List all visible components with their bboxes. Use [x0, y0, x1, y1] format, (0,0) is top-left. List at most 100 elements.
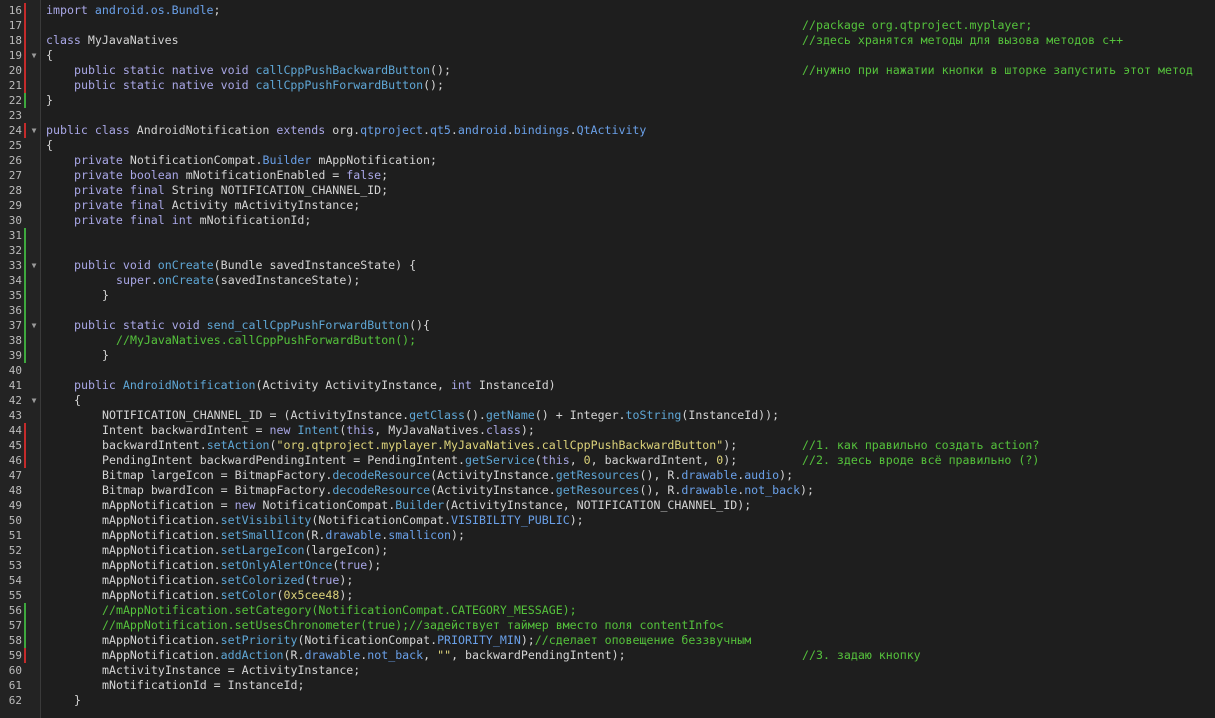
code-line[interactable]: 57 //mAppNotification.setUsesChronometer(… [0, 618, 1215, 633]
code-text[interactable]: { [74, 393, 81, 408]
code-line[interactable]: 51 mAppNotification.setSmallIcon(R.drawab… [0, 528, 1215, 543]
code-line[interactable]: 62} [0, 693, 1215, 708]
code-line[interactable]: 34 super.onCreate(savedInstanceState); [0, 273, 1215, 288]
fold-toggle-icon[interactable]: ▼ [29, 318, 39, 333]
code-line[interactable]: 17 //package org.qtproject.myplayer; [0, 18, 1215, 33]
code-text[interactable]: mAppNotification = new NotificationCompa… [102, 498, 751, 513]
code-line[interactable]: 52 mAppNotification.setLargeIcon(largeIco… [0, 543, 1215, 558]
code-line[interactable]: 28 private final String NOTIFICATION_CHAN… [0, 183, 1215, 198]
code-text[interactable]: mAppNotification.setSmallIcon(R.drawable… [102, 528, 465, 543]
code-text[interactable]: class MyJavaNatives [46, 33, 179, 48]
code-line[interactable]: 27 private boolean mNotificationEnabled =… [0, 168, 1215, 183]
code-text[interactable]: public static native void callCppPushFor… [74, 78, 444, 93]
code-text[interactable]: mAppNotification.setColorized(true); [102, 573, 353, 588]
code-line[interactable]: 43 NOTIFICATION_CHANNEL_ID = (ActivityIns… [0, 408, 1215, 423]
code-line[interactable]: 40 [0, 363, 1215, 378]
trailing-comment[interactable]: //здесь хранятся методы для вызова метод… [802, 33, 1123, 48]
code-text[interactable]: //mAppNotification.setCategory(Notificat… [102, 603, 577, 618]
code-text[interactable]: mNotificationId = InstanceId; [102, 678, 304, 693]
code-line[interactable]: 58 mAppNotification.setPriority(Notificat… [0, 633, 1215, 648]
code-text[interactable]: super.onCreate(savedInstanceState); [116, 273, 360, 288]
code-line[interactable]: 53 mAppNotification.setOnlyAlertOnce(true… [0, 558, 1215, 573]
code-line[interactable]: 16 import android.os.Bundle; [0, 3, 1215, 18]
code-text[interactable]: PendingIntent backwardPendingIntent = Pe… [102, 453, 737, 468]
code-line[interactable]: 42 ▼ { [0, 393, 1215, 408]
code-line[interactable]: 59 mAppNotification.addAction(R.drawable.… [0, 648, 1215, 663]
code-text[interactable]: private NotificationCompat.Builder mAppN… [74, 153, 437, 168]
code-text[interactable]: public static void send_callCppPushForwa… [74, 318, 430, 333]
code-text[interactable]: public class AndroidNotification extends… [46, 123, 646, 138]
code-text[interactable]: mAppNotification.setPriority(Notificatio… [102, 633, 751, 648]
code-text[interactable]: Intent backwardIntent = new Intent(this,… [102, 423, 535, 438]
code-text[interactable]: NOTIFICATION_CHANNEL_ID = (ActivityInsta… [102, 408, 779, 423]
code-text[interactable]: public AndroidNotification(Activity Acti… [74, 378, 556, 393]
trailing-comment[interactable]: //1. как правильно создать action? [802, 438, 1039, 453]
code-line[interactable]: 48 Bitmap bwardIcon = BitmapFactory.decod… [0, 483, 1215, 498]
code-text[interactable]: { [46, 48, 53, 63]
code-text[interactable]: mAppNotification.addAction(R.drawable.no… [102, 648, 626, 663]
code-text[interactable]: public void onCreate(Bundle savedInstanc… [74, 258, 416, 273]
code-line[interactable]: 49 mAppNotification = new NotificationCom… [0, 498, 1215, 513]
code-line[interactable]: 55 mAppNotification.setColor(0x5cee48); [0, 588, 1215, 603]
code-line[interactable]: 21 public static native void callCppPushF… [0, 78, 1215, 93]
fold-toggle-icon[interactable]: ▼ [29, 123, 39, 138]
code-line[interactable]: 37 ▼ public static void send_callCppPushFo… [0, 318, 1215, 333]
code-text[interactable]: { [46, 138, 53, 153]
code-line[interactable]: 32 [0, 243, 1215, 258]
code-line[interactable]: 23 [0, 108, 1215, 123]
code-text[interactable]: mAppNotification.setColor(0x5cee48); [102, 588, 353, 603]
code-text[interactable]: } [102, 288, 109, 303]
code-line[interactable]: 45 backwardIntent.setAction("org.qtprojec… [0, 438, 1215, 453]
code-line[interactable]: 31 [0, 228, 1215, 243]
code-line[interactable]: 26 private NotificationCompat.Builder mAp… [0, 153, 1215, 168]
code-text[interactable]: mAppNotification.setLargeIcon(largeIcon)… [102, 543, 388, 558]
code-line[interactable]: 50 mAppNotification.setVisibility(Notific… [0, 513, 1215, 528]
code-line[interactable]: 39} [0, 348, 1215, 363]
code-text[interactable]: private boolean mNotificationEnabled = f… [74, 168, 388, 183]
code-line[interactable]: 60 mActivityInstance = ActivityInstance; [0, 663, 1215, 678]
code-line[interactable]: 22} [0, 93, 1215, 108]
fold-toggle-icon[interactable]: ▼ [29, 393, 39, 408]
fold-toggle-icon[interactable]: ▼ [29, 48, 39, 63]
code-text[interactable]: backwardIntent.setAction("org.qtproject.… [102, 438, 737, 453]
code-text[interactable]: //mAppNotification.setUsesChronometer(tr… [102, 618, 723, 633]
code-line[interactable]: 20 public static native void callCppPushB… [0, 63, 1215, 78]
code-line[interactable]: 24 ▼ public class AndroidNotification exte… [0, 123, 1215, 138]
code-line[interactable]: 18 class MyJavaNatives //здесь хранятся ме… [0, 33, 1215, 48]
code-text[interactable]: } [102, 348, 109, 363]
code-text[interactable]: } [46, 93, 53, 108]
code-line[interactable]: 47 Bitmap largeIcon = BitmapFactory.decod… [0, 468, 1215, 483]
code-line[interactable]: 61 mNotificationId = InstanceId; [0, 678, 1215, 693]
code-text[interactable]: private final String NOTIFICATION_CHANNE… [74, 183, 388, 198]
trailing-comment[interactable]: //package org.qtproject.myplayer; [802, 18, 1032, 33]
code-line[interactable]: 54 mAppNotification.setColorized(true); [0, 573, 1215, 588]
fold-toggle-icon[interactable]: ▼ [29, 258, 39, 273]
trailing-comment[interactable]: //нужно при нажатии кнопки в шторке запу… [802, 63, 1193, 78]
code-text[interactable]: mAppNotification.setVisibility(Notificat… [102, 513, 584, 528]
code-line[interactable]: 46 PendingIntent backwardPendingIntent = … [0, 453, 1215, 468]
trailing-comment[interactable]: //3. задаю кнопку [802, 648, 921, 663]
code-line[interactable]: 19 ▼ { [0, 48, 1215, 63]
code-editor[interactable]: 16 import android.os.Bundle; 17 //package o… [0, 0, 1215, 718]
code-line[interactable]: 29 private final Activity mActivityInstan… [0, 198, 1215, 213]
code-line[interactable]: 30 private final int mNotificationId; [0, 213, 1215, 228]
code-line[interactable]: 41 public AndroidNotification(Activity Ac… [0, 378, 1215, 393]
code-text[interactable]: } [74, 693, 81, 708]
code-line[interactable]: 35} [0, 288, 1215, 303]
code-line[interactable]: 56 //mAppNotification.setCategory(Notific… [0, 603, 1215, 618]
code-line[interactable]: 44 Intent backwardIntent = new Intent(thi… [0, 423, 1215, 438]
code-text[interactable]: mActivityInstance = ActivityInstance; [102, 663, 360, 678]
code-text[interactable]: //MyJavaNatives.callCppPushForwardButton… [116, 333, 416, 348]
code-text[interactable]: import android.os.Bundle; [46, 3, 221, 18]
code-line[interactable]: 36 [0, 303, 1215, 318]
code-text[interactable]: public static native void callCppPushBac… [74, 63, 451, 78]
code-line[interactable]: 33 ▼ public void onCreate(Bundle savedInst… [0, 258, 1215, 273]
code-text[interactable]: Bitmap bwardIcon = BitmapFactory.decodeR… [102, 483, 814, 498]
code-line[interactable]: 38 //MyJavaNatives.callCppPushForwardButt… [0, 333, 1215, 348]
code-text[interactable]: mAppNotification.setOnlyAlertOnce(true); [102, 558, 381, 573]
code-text[interactable]: private final int mNotificationId; [74, 213, 311, 228]
code-line[interactable]: 25 { [0, 138, 1215, 153]
trailing-comment[interactable]: //2. здесь вроде всё правильно (?) [802, 453, 1039, 468]
code-text[interactable]: Bitmap largeIcon = BitmapFactory.decodeR… [102, 468, 793, 483]
code-text[interactable]: private final Activity mActivityInstance… [74, 198, 360, 213]
